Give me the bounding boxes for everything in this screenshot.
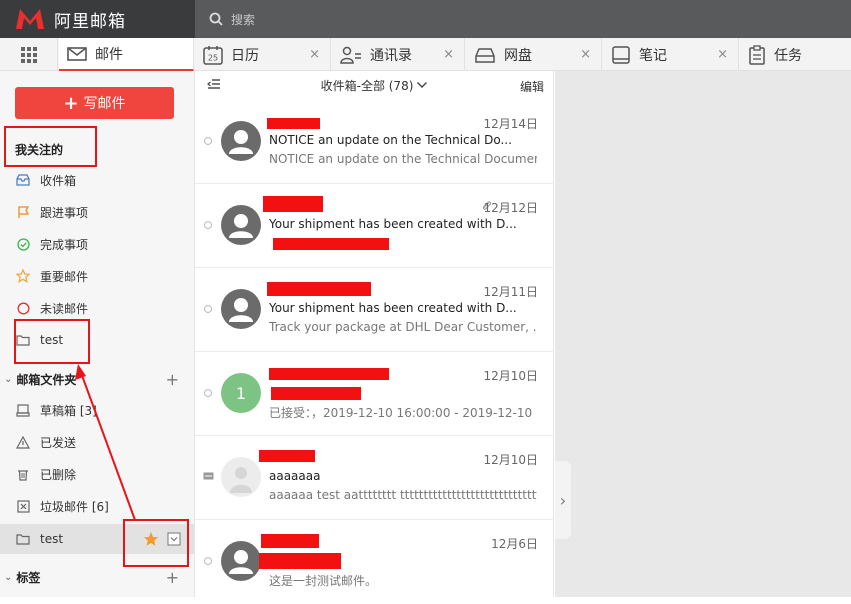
annotation-arrow bbox=[75, 364, 136, 521]
